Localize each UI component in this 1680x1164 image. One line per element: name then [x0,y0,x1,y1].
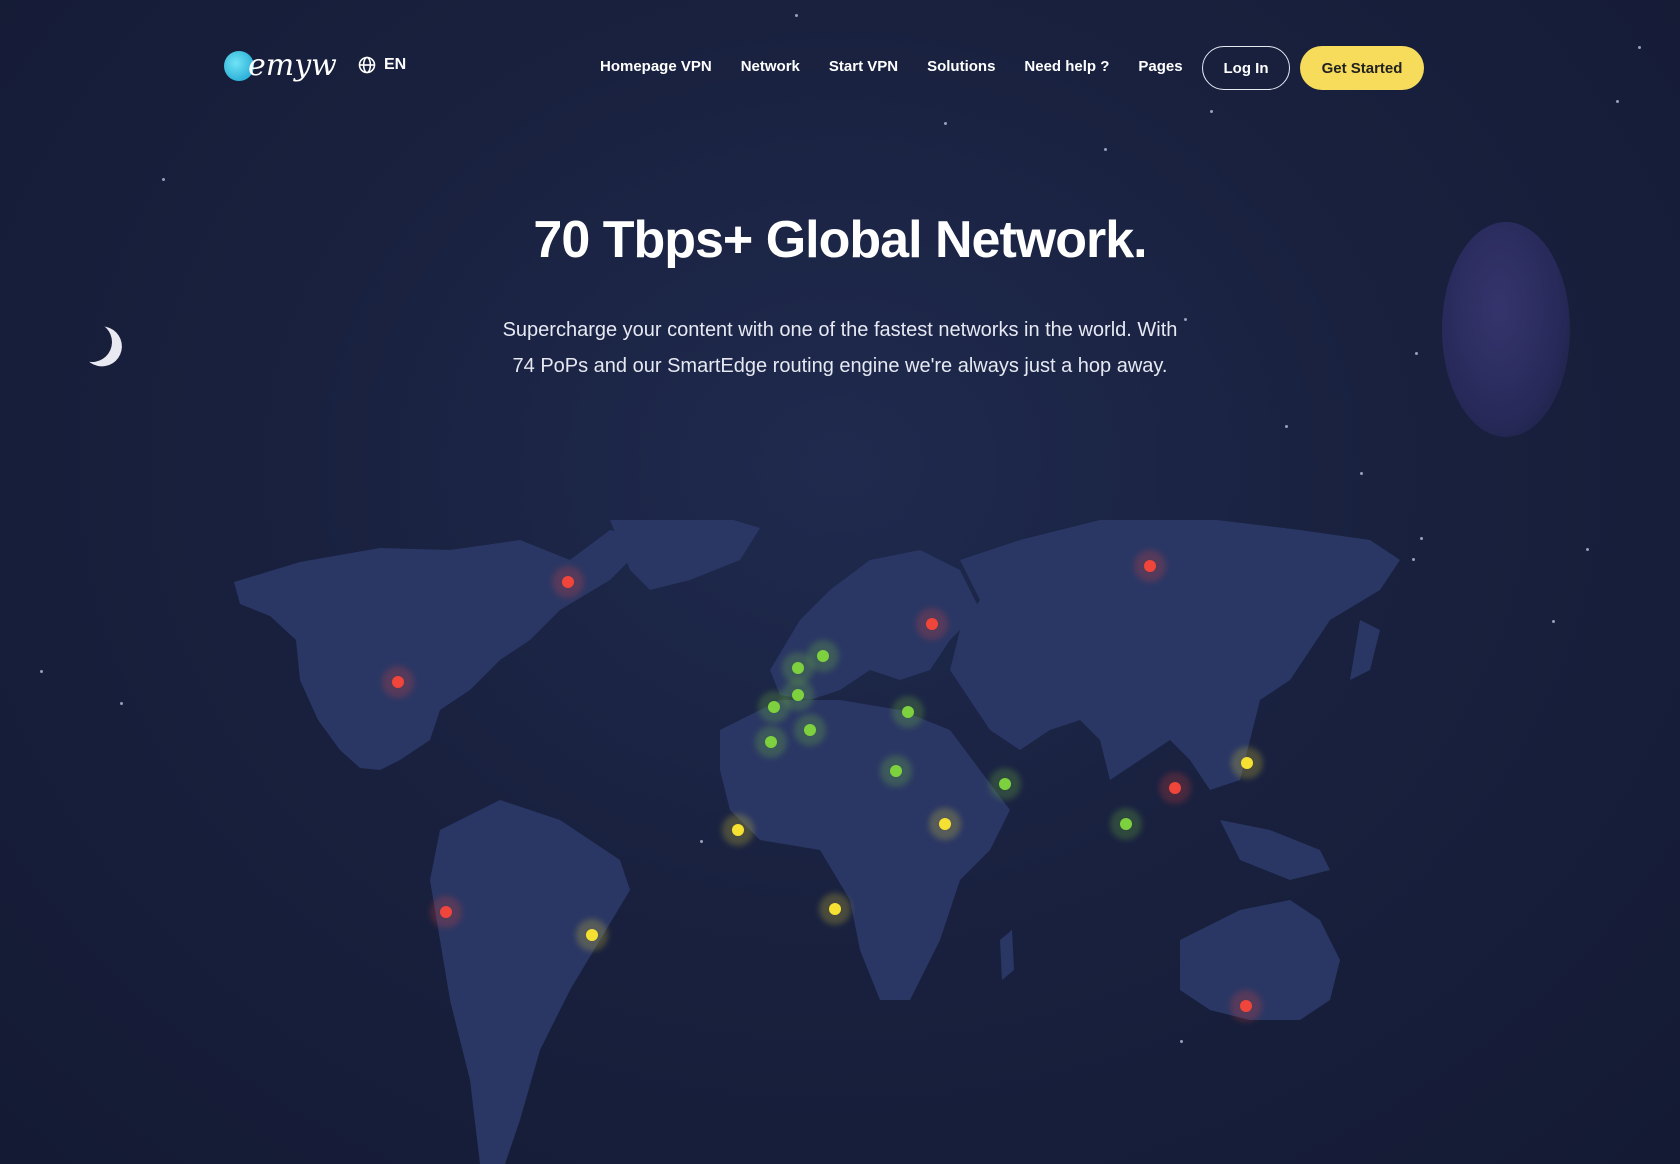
hero-subtitle: Supercharge your content with one of the… [502,319,1178,377]
star-dot [1104,148,1107,151]
pop-marker-yellow[interactable] [732,824,744,836]
pop-marker-green[interactable] [902,706,914,718]
pop-marker-green[interactable] [817,650,829,662]
nav-item-network[interactable]: Network [741,58,800,75]
nav-item-start-vpn[interactable]: Start VPN [829,58,898,75]
star-dot [1285,425,1288,428]
pop-marker-red[interactable] [1144,560,1156,572]
main-nav: Homepage VPN Network Start VPN Solutions… [600,58,1183,75]
pop-marker-red[interactable] [1169,782,1181,794]
pop-marker-green[interactable] [890,765,902,777]
globe-icon [358,56,376,74]
pop-marker-green[interactable] [999,778,1011,790]
pop-marker-green[interactable] [804,724,816,736]
continent-se-asia [1220,820,1330,880]
continent-greenland [610,520,760,590]
nav-item-pages[interactable]: Pages [1138,58,1182,75]
star-dot [1415,352,1418,355]
pop-marker-red[interactable] [926,618,938,630]
continent-asia [950,520,1400,790]
hero-title: 70 Tbps+ Global Network. [533,211,1147,269]
site-header: emyw EN Homepage VPN Network Start VPN S… [0,0,1680,135]
get-started-button[interactable]: Get Started [1300,46,1424,90]
pop-marker-red[interactable] [440,906,452,918]
nav-item-solutions[interactable]: Solutions [927,58,995,75]
pop-marker-red[interactable] [562,576,574,588]
nav-item-need-help[interactable]: Need help ? [1024,58,1109,75]
pop-marker-red[interactable] [1240,1000,1252,1012]
pop-marker-green[interactable] [792,689,804,701]
log-in-button[interactable]: Log In [1202,46,1290,90]
pop-marker-green[interactable] [792,662,804,674]
continent-north-america [234,530,650,770]
pop-marker-green[interactable] [1120,818,1132,830]
star-dot [1360,472,1363,475]
pop-marker-red[interactable] [392,676,404,688]
continent-japan [1350,620,1380,680]
world-map [0,520,1680,1164]
pop-marker-yellow[interactable] [586,929,598,941]
nav-item-homepage-vpn[interactable]: Homepage VPN [600,58,712,75]
brand-logo[interactable]: emyw [224,48,337,83]
continent-south-america [430,800,630,1164]
pop-marker-yellow[interactable] [1241,757,1253,769]
star-dot [162,178,165,181]
continent-madagascar [1000,930,1014,980]
world-map-graphic [234,520,1400,1164]
pop-marker-yellow[interactable] [939,818,951,830]
pop-marker-green[interactable] [765,736,777,748]
crescent-moon-icon [69,319,115,365]
brand-name: emyw [248,48,337,83]
pop-marker-yellow[interactable] [829,903,841,915]
language-code: EN [384,56,407,73]
pop-marker-green[interactable] [768,701,780,713]
language-selector[interactable]: EN [358,56,406,74]
